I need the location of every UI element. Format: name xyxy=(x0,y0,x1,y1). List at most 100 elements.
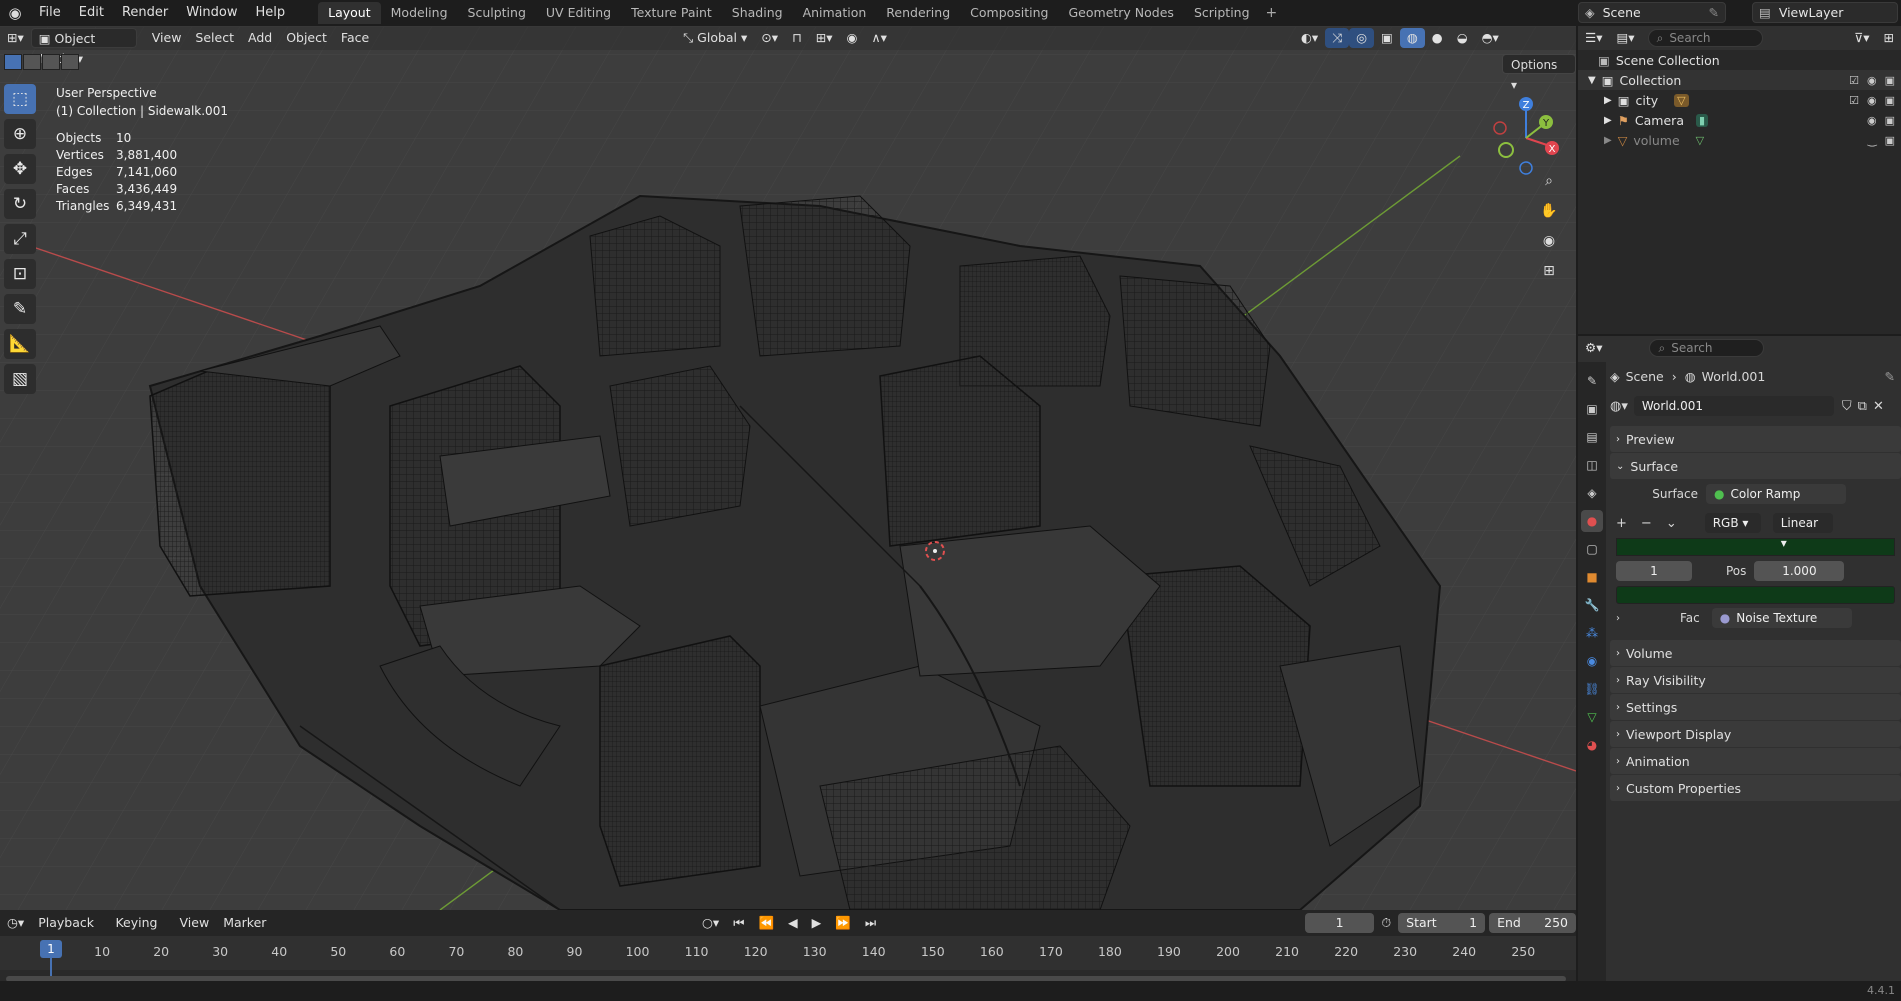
wireframe-shading-icon[interactable]: ◍ xyxy=(1399,28,1425,48)
scene-tab-icon[interactable]: ◈ xyxy=(1581,482,1603,504)
checkbox-icon[interactable]: ☑ xyxy=(1849,94,1859,107)
camera-restrict-icon[interactable]: ▣ xyxy=(1885,94,1895,107)
panel-animation[interactable]: › Animation xyxy=(1610,748,1901,774)
jump-keyframe-back-icon[interactable]: ⏪ xyxy=(751,913,781,933)
world-browse-icon[interactable]: ◍▾ xyxy=(1610,399,1628,414)
auto-keying-icon[interactable]: ○▾ xyxy=(695,913,726,933)
eye-icon[interactable]: ◉ xyxy=(1867,74,1877,87)
tab-modeling[interactable]: Modeling xyxy=(381,2,458,24)
editor-type-icon[interactable]: ⊞▾ xyxy=(0,28,31,48)
menu-render[interactable]: Render xyxy=(113,1,177,25)
tab-compositing[interactable]: Compositing xyxy=(960,2,1058,24)
duplicate-icon[interactable]: ⧉ xyxy=(1858,399,1867,414)
outliner-scene-collection[interactable]: ▣ Scene Collection xyxy=(1578,50,1901,70)
fac-input-field[interactable]: ● Noise Texture xyxy=(1711,608,1852,628)
zoom-icon[interactable]: ⌕ xyxy=(1536,168,1562,194)
cursor-tool-icon[interactable]: ⊕ xyxy=(4,119,36,149)
pin-icon[interactable]: ✎ xyxy=(1709,5,1719,20)
blender-logo-icon[interactable]: ◉ xyxy=(0,1,30,25)
menu-window[interactable]: Window xyxy=(177,1,246,25)
timeline-view-menu[interactable]: View xyxy=(173,913,217,933)
3d-viewport[interactable]: ⊞▾ ▣ Object Mode ▾ View Select Add Objec… xyxy=(0,26,1576,910)
timeline-editor-type-icon[interactable]: ◷▾ xyxy=(0,913,31,933)
modifier-tab-icon[interactable]: 🔧 xyxy=(1581,594,1603,616)
chevron-right-icon[interactable]: › xyxy=(1616,613,1620,624)
playback-menu[interactable]: Playback ▾ xyxy=(31,913,108,950)
stopwatch-icon[interactable]: ⏱ xyxy=(1374,913,1398,933)
menu-file[interactable]: File xyxy=(30,1,70,25)
remove-stop-icon[interactable]: − xyxy=(1641,516,1652,531)
eye-icon[interactable]: ◉ xyxy=(1867,114,1877,127)
falloff-icon[interactable]: ∧▾ xyxy=(864,28,893,48)
properties-editor-type-icon[interactable]: ⚙▾ xyxy=(1578,338,1609,358)
move-tool-icon[interactable]: ✥ xyxy=(4,154,36,184)
panel-settings[interactable]: › Settings xyxy=(1610,694,1901,720)
panel-custom-properties[interactable]: › Custom Properties xyxy=(1610,775,1901,801)
data-tab-icon[interactable]: ▽ xyxy=(1581,706,1603,728)
mode-dropdown[interactable]: ▣ Object Mode ▾ xyxy=(30,28,137,66)
panel-volume[interactable]: › Volume xyxy=(1610,640,1901,666)
camera-restrict-icon[interactable]: ▣ xyxy=(1885,134,1895,147)
checkbox-icon[interactable]: ☑ xyxy=(1849,74,1859,87)
chevron-right-icon[interactable]: ▶ xyxy=(1604,95,1612,106)
tool-tab-icon[interactable]: ✎ xyxy=(1581,370,1603,392)
vertex-select-icon[interactable] xyxy=(4,54,22,70)
snap-icon[interactable]: ⊓ xyxy=(785,28,809,48)
solid-shading-icon[interactable]: ● xyxy=(1425,28,1450,48)
rotate-tool-icon[interactable]: ↻ xyxy=(4,189,36,219)
transform-orientation-dropdown[interactable]: ⤡ Global ▾ xyxy=(676,28,754,48)
outliner-item-city[interactable]: ▶ ▣ city ▽ ☑ ◉ ▣ xyxy=(1578,90,1901,110)
tab-animation[interactable]: Animation xyxy=(793,2,877,24)
menu-view[interactable]: View xyxy=(145,28,189,48)
visibility-icon[interactable]: ◐▾ xyxy=(1294,28,1325,48)
jump-end-icon[interactable]: ⏭ xyxy=(858,913,883,933)
chevron-right-icon[interactable]: ▶ xyxy=(1604,135,1612,146)
chevron-right-icon[interactable]: ▶ xyxy=(1604,115,1612,126)
tab-geometry-nodes[interactable]: Geometry Nodes xyxy=(1059,2,1184,24)
play-icon[interactable]: ▶ xyxy=(805,913,829,933)
play-reverse-icon[interactable]: ◀ xyxy=(781,913,805,933)
menu-face[interactable]: Face xyxy=(334,28,376,48)
menu-edit[interactable]: Edit xyxy=(70,1,113,25)
material-tab-icon[interactable]: ◕ xyxy=(1581,734,1603,756)
eye-icon[interactable]: ◉ xyxy=(1867,94,1877,107)
add-stop-icon[interactable]: + xyxy=(1616,516,1627,531)
world-datablock-selector[interactable]: ◍▾ World.001 ⛉ ⧉ ✕ xyxy=(1610,394,1901,418)
camera-view-icon[interactable]: ◉ xyxy=(1536,228,1562,254)
close-icon[interactable]: ✕ xyxy=(1873,399,1884,414)
outliner-editor-type-icon[interactable]: ☰▾ xyxy=(1578,28,1609,48)
panel-viewport-display[interactable]: › Viewport Display xyxy=(1610,721,1901,747)
ramp-menu-icon[interactable]: ⌄ xyxy=(1666,516,1677,531)
collection-tab-icon[interactable]: ▢ xyxy=(1581,538,1603,560)
ramp-color-swatch[interactable] xyxy=(1616,586,1895,604)
fake-user-icon[interactable]: ⛉ xyxy=(1842,399,1852,414)
marker-menu[interactable]: Marker xyxy=(216,913,273,933)
annotate-tool-icon[interactable]: ✎ xyxy=(4,294,36,324)
menu-select[interactable]: Select xyxy=(188,28,241,48)
pos-field[interactable]: 1.000 xyxy=(1754,561,1845,581)
camera-restrict-icon[interactable]: ▣ xyxy=(1885,74,1895,87)
keying-menu[interactable]: Keying ▾ xyxy=(108,913,172,950)
jump-start-icon[interactable]: ⏮ xyxy=(726,913,751,933)
new-collection-icon[interactable]: ⊞ xyxy=(1877,28,1901,48)
tab-texture-paint[interactable]: Texture Paint xyxy=(621,2,722,24)
panel-preview[interactable]: › Preview xyxy=(1610,426,1901,452)
physics-tab-icon[interactable]: ◉ xyxy=(1581,650,1603,672)
menu-add[interactable]: Add xyxy=(241,28,279,48)
object-tab-icon[interactable]: ■ xyxy=(1581,566,1603,588)
face-select-icon[interactable] xyxy=(42,54,60,70)
outliner-item-volume[interactable]: ▶ ▽ volume ▽ ‿ ▣ xyxy=(1578,130,1901,150)
transform-tool-icon[interactable]: ⊡ xyxy=(4,259,36,289)
tab-uv-editing[interactable]: UV Editing xyxy=(536,2,621,24)
tab-sculpting[interactable]: Sculpting xyxy=(458,2,536,24)
overlay-toggle-icon[interactable]: ◎ xyxy=(1349,28,1375,48)
outliner-item-camera[interactable]: ▶ ⚑ Camera ▮ ◉ ▣ xyxy=(1578,110,1901,130)
xray-toggle-icon[interactable]: ▣ xyxy=(1374,28,1400,48)
particles-tab-icon[interactable]: ⁂ xyxy=(1581,622,1603,644)
world-name-field[interactable]: World.001 xyxy=(1633,396,1834,416)
gizmo-toggle-icon[interactable]: ⤨ xyxy=(1325,28,1350,48)
camera-restrict-icon[interactable]: ▣ xyxy=(1885,114,1895,127)
render-tab-icon[interactable]: ▣ xyxy=(1581,398,1603,420)
menu-object[interactable]: Object xyxy=(279,28,334,48)
world-tab-icon[interactable]: ● xyxy=(1581,510,1603,532)
